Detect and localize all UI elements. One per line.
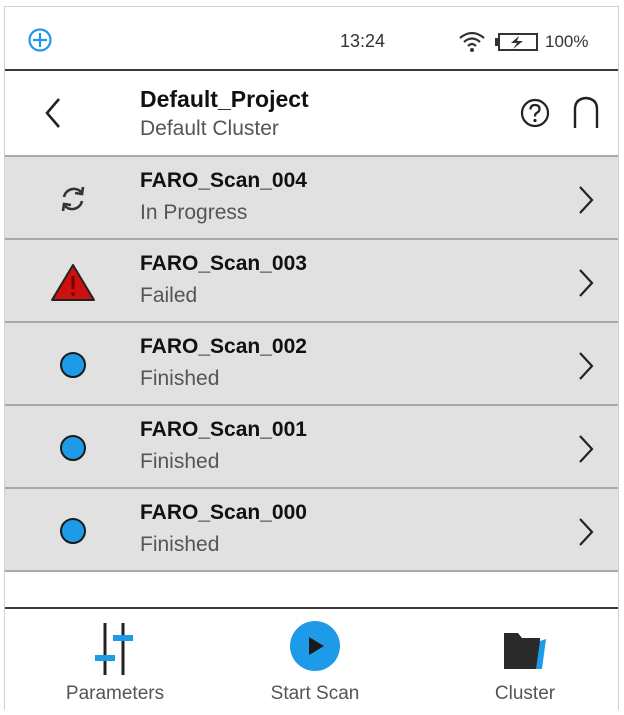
chevron-right-icon	[579, 435, 594, 463]
scan-name: FARO_Scan_003	[140, 252, 307, 275]
scan-status: Finished	[140, 367, 220, 390]
scan-status: Failed	[140, 284, 198, 307]
home-icon[interactable]	[570, 95, 602, 129]
battery-percent: 100%	[545, 32, 589, 51]
battery-charging-icon	[495, 33, 538, 51]
scan-status: In Progress	[140, 201, 248, 224]
help-icon[interactable]	[519, 97, 551, 129]
project-header: Default_Project Default Cluster	[5, 71, 618, 157]
finished-dot-icon	[60, 435, 86, 461]
cluster-button[interactable]: Cluster	[445, 609, 605, 713]
scan-status: Finished	[140, 533, 220, 556]
scan-list: FARO_Scan_004 In Progress FARO_Scan_003 …	[5, 155, 618, 572]
scan-status: Finished	[140, 450, 220, 473]
scan-name: FARO_Scan_000	[140, 501, 307, 524]
app-frame: 13:24 100% Default_Project Default Clust…	[4, 6, 619, 713]
play-icon	[290, 621, 340, 671]
page-subtitle: Default Cluster	[140, 117, 279, 140]
scan-row-003[interactable]: FARO_Scan_003 Failed	[5, 240, 618, 323]
back-button[interactable]	[35, 91, 71, 135]
wifi-icon	[459, 31, 485, 52]
page-title: Default_Project	[140, 86, 309, 112]
status-time: 13:24	[340, 31, 386, 51]
chevron-right-icon	[579, 186, 594, 214]
chevron-right-icon	[579, 269, 594, 297]
scan-row-002[interactable]: FARO_Scan_002 Finished	[5, 323, 618, 406]
bottom-toolbar: Parameters Start Scan Cluster	[5, 607, 618, 713]
scan-row-000[interactable]: FARO_Scan_000 Finished	[5, 489, 618, 572]
cluster-label: Cluster	[494, 683, 556, 704]
scan-row-001[interactable]: FARO_Scan_001 Finished	[5, 406, 618, 489]
start-scan-label: Start Scan	[270, 683, 360, 704]
parameters-label: Parameters	[65, 683, 165, 704]
parameters-button[interactable]: Parameters	[35, 609, 195, 713]
sliders-icon	[95, 623, 133, 675]
chevron-right-icon	[579, 352, 594, 380]
scan-row-004[interactable]: FARO_Scan_004 In Progress	[5, 155, 618, 240]
scan-name: FARO_Scan_004	[140, 169, 307, 192]
finished-dot-icon	[60, 518, 86, 544]
faro-logo-icon	[28, 28, 52, 52]
status-bar: 13:24 100%	[5, 7, 618, 71]
sync-icon	[61, 186, 85, 212]
scan-name: FARO_Scan_002	[140, 335, 307, 358]
scan-name: FARO_Scan_001	[140, 418, 307, 441]
finished-dot-icon	[60, 352, 86, 378]
start-scan-button[interactable]: Start Scan	[235, 609, 395, 713]
warning-icon	[51, 264, 95, 301]
chevron-right-icon	[579, 518, 594, 546]
folder-icon	[504, 633, 546, 669]
